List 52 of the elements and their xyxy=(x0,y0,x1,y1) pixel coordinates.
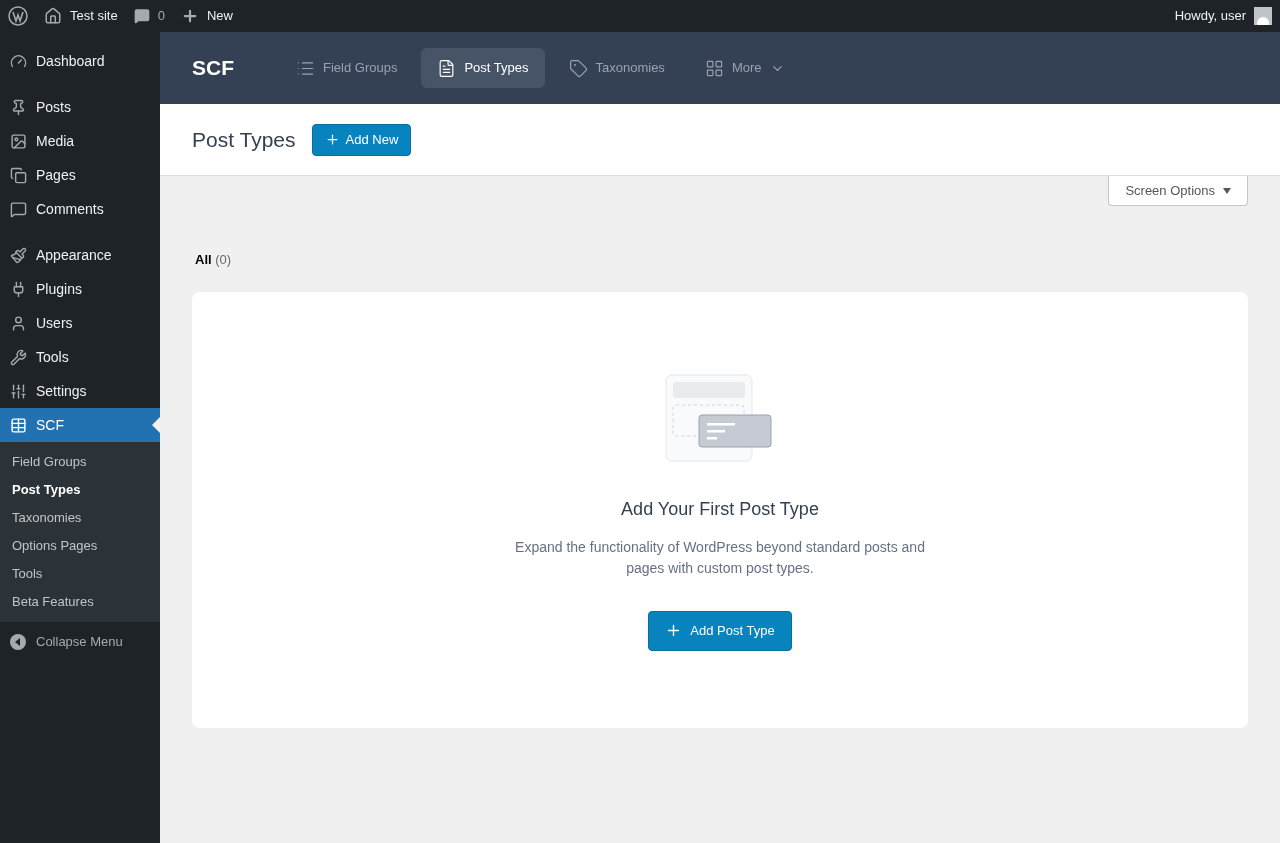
submenu-item[interactable]: Taxonomies xyxy=(0,504,160,532)
page-title: Post Types xyxy=(192,126,296,153)
empty-state-description: Expand the functionality of WordPress beyond standard posts and pages with custom post types. xyxy=(514,537,926,578)
caret-icon xyxy=(1223,187,1231,194)
menu-item[interactable]: Pages xyxy=(0,158,160,192)
wrench-icon xyxy=(10,348,27,366)
site-link[interactable]: Test site xyxy=(70,6,118,26)
menu-item[interactable]: SCF xyxy=(0,408,160,442)
media-icon xyxy=(10,132,27,150)
wordpress-logo-icon[interactable] xyxy=(8,6,28,26)
menu-item[interactable]: Posts xyxy=(0,90,160,124)
new-link[interactable]: New xyxy=(206,6,233,26)
add-post-type-button[interactable]: Add Post Type xyxy=(648,610,792,651)
submenu-item[interactable]: Options Pages xyxy=(0,532,160,560)
menu-item[interactable]: Appearance xyxy=(0,238,160,272)
screen-options-button[interactable]: Screen Options xyxy=(1108,176,1248,206)
submenu-item[interactable]: Tools xyxy=(0,560,160,588)
nav-tab[interactable]: Field Groups xyxy=(280,48,414,88)
collapse-menu-button[interactable]: Collapse Menu xyxy=(0,626,160,658)
brush-icon xyxy=(10,246,27,264)
table-icon xyxy=(10,416,27,434)
add-new-button[interactable]: Add New xyxy=(311,123,412,156)
tag-icon xyxy=(568,58,588,78)
menu-item[interactable]: Tools xyxy=(0,340,160,374)
submenu-item[interactable]: Beta Features xyxy=(0,588,160,616)
plus-icon xyxy=(324,132,340,147)
user-icon xyxy=(10,314,27,332)
nav-tab[interactable]: Taxonomies xyxy=(552,48,681,88)
filter-link[interactable]: All (0) xyxy=(192,250,235,270)
collapse-icon xyxy=(10,634,26,650)
menu-item[interactable]: Settings xyxy=(0,374,160,408)
menu-item[interactable]: Comments xyxy=(0,192,160,226)
comment-count[interactable]: 0 xyxy=(157,6,165,26)
submenu-item[interactable]: Field Groups xyxy=(0,448,160,476)
comment-icon[interactable] xyxy=(133,8,150,24)
pin-icon xyxy=(10,98,27,116)
scf-logo: SCF xyxy=(192,55,234,82)
comment-icon xyxy=(10,200,27,218)
grid-icon xyxy=(704,58,724,78)
greeting-link[interactable]: Howdy, user xyxy=(1174,6,1246,26)
menu-item[interactable]: Media xyxy=(0,124,160,158)
submenu-item[interactable]: Post Types xyxy=(0,476,160,504)
empty-state-title: Add Your First Post Type xyxy=(621,497,819,521)
gauge-icon xyxy=(10,52,27,70)
nav-tab[interactable]: Post Types xyxy=(421,48,545,88)
home-icon[interactable] xyxy=(44,7,62,25)
nav-tab[interactable]: More xyxy=(688,48,801,88)
pages-icon xyxy=(10,166,27,184)
sliders-icon xyxy=(10,382,27,400)
menu-item[interactable]: Users xyxy=(0,306,160,340)
menu-item[interactable]: Plugins xyxy=(0,272,160,306)
menu-item[interactable]: Dashboard xyxy=(0,44,160,78)
